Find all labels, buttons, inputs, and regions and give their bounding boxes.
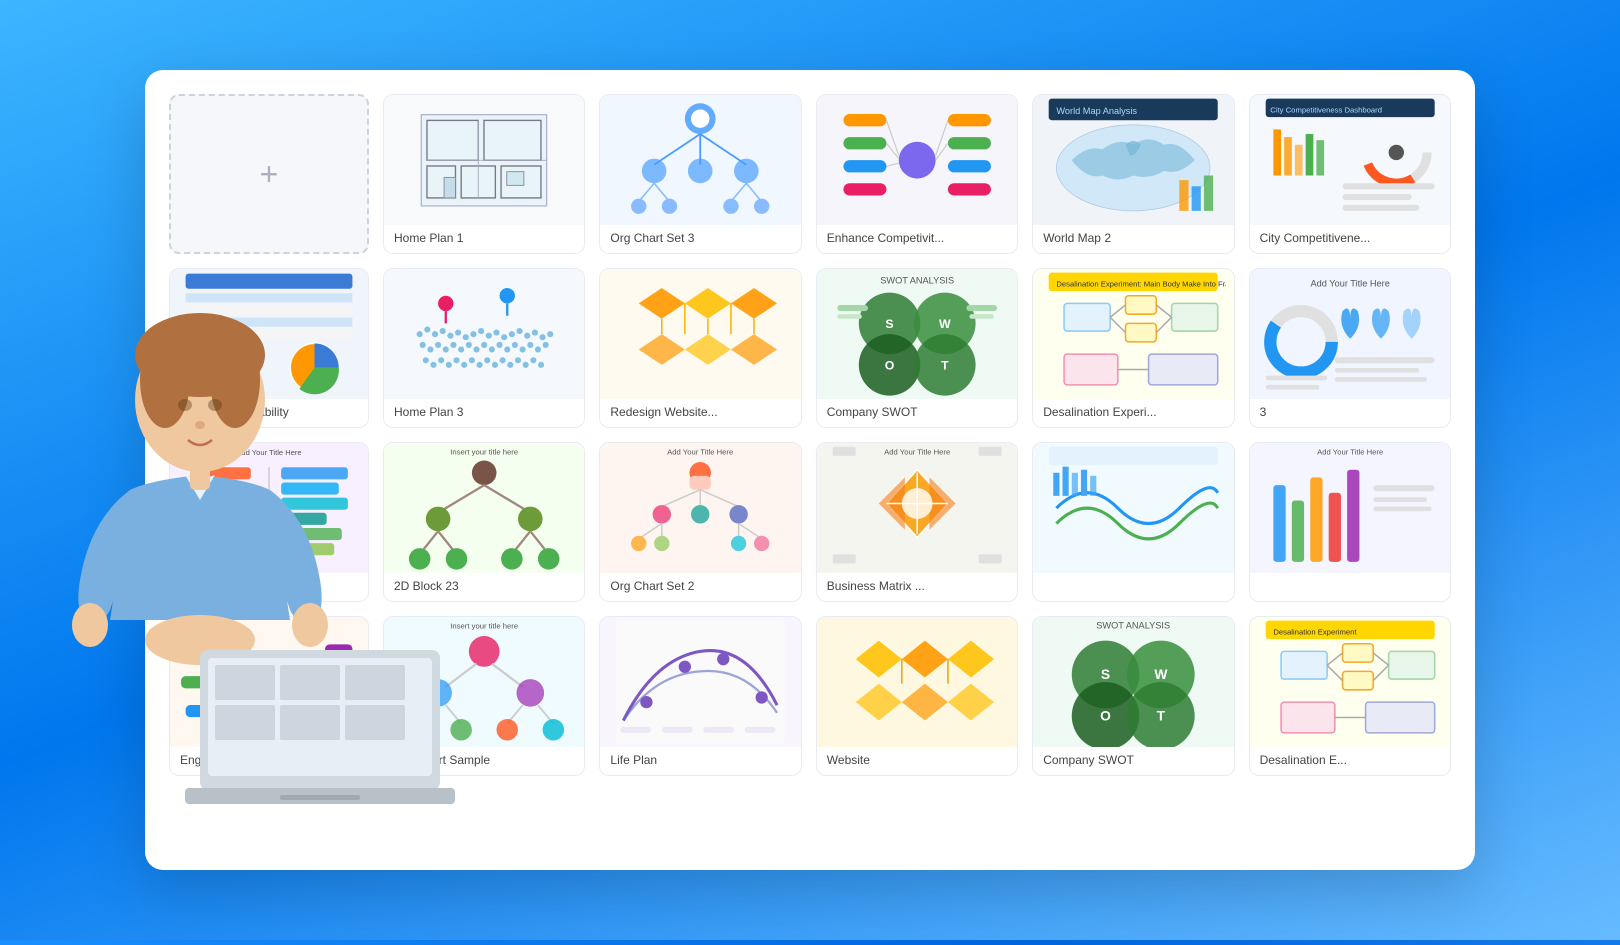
template-card[interactable]: Add Your Title Here: [1249, 268, 1451, 428]
card-thumbnail: [1033, 443, 1233, 573]
svg-text:Insert your title here: Insert your title here: [450, 447, 518, 456]
template-card[interactable]: Empirical Probability: [169, 268, 369, 428]
template-card[interactable]: SWOT ANALYSIS S W O T Company SWOT: [1032, 616, 1234, 776]
template-card[interactable]: World Map Analysis World Map 2: [1032, 94, 1234, 254]
card-thumbnail: World Map Analysis: [1033, 95, 1233, 225]
card-thumbnail: S W O T SWOT ANALYSIS: [817, 269, 1017, 399]
template-card[interactable]: Desalination Experiment: [1249, 616, 1451, 776]
template-card[interactable]: Desalination Experiment: Main Body Make …: [1032, 268, 1234, 428]
card-label: Enhance Competivit...: [817, 225, 1017, 253]
svg-text:Add Your Title Here: Add Your Title Here: [236, 448, 301, 457]
card-label: Business Matrix ...: [817, 573, 1017, 601]
card-thumbnail: [170, 269, 368, 399]
svg-text:W: W: [1155, 666, 1169, 682]
card-thumbnail: Desalination Experiment: [1250, 617, 1450, 747]
svg-text:Add Your Title Here: Add Your Title Here: [668, 447, 734, 456]
card-label: Department Org Chart: [170, 573, 368, 601]
card-thumbnail: SWOT ANALYSIS S W O T: [1033, 617, 1233, 747]
template-card[interactable]: Life Plan: [599, 616, 801, 776]
card-label: Home Plan 1: [384, 225, 584, 253]
card-thumbnail: Add Your Title Here: [1250, 269, 1450, 399]
svg-text:T: T: [941, 358, 949, 372]
svg-text:S: S: [885, 317, 893, 331]
card-label: Company SWOT: [1033, 747, 1233, 775]
svg-text:Desalination Experiment: Main: Desalination Experiment: Main Body Make …: [1057, 279, 1226, 288]
card-label: Website: [817, 747, 1017, 775]
card-label: [1033, 573, 1233, 587]
template-card[interactable]: Insert your title here: [383, 442, 585, 602]
svg-text:SWOT ANALYSIS: SWOT ANALYSIS: [1096, 620, 1170, 630]
card-label: 3: [1250, 399, 1450, 427]
svg-text:Desalination Experiment: Desalination Experiment: [1273, 627, 1357, 636]
svg-text:S: S: [1101, 666, 1110, 682]
card-thumbnail: Add Your Title Here: [1250, 443, 1450, 573]
card-label: 2D Block 23: [384, 573, 584, 601]
card-label: Company SWOT: [817, 399, 1017, 427]
card-label: Empirical Probability: [170, 399, 368, 427]
svg-text:O: O: [885, 358, 895, 372]
card-label: Org Chart Set 2: [600, 573, 800, 601]
card-thumbnail: City Competitiveness Dashboard: [1250, 95, 1450, 225]
svg-text:Add Your Title Here: Add Your Title Here: [1310, 278, 1389, 288]
card-label: Home Plan 3: [384, 399, 584, 427]
svg-text:World Map Analysis: World Map Analysis: [1057, 106, 1138, 116]
svg-text:W: W: [939, 317, 951, 331]
card-label: City Competitivene...: [1250, 225, 1450, 253]
card-thumbnail: [817, 95, 1017, 225]
card-thumbnail: [600, 617, 800, 747]
svg-text:SWOT ANALYSIS: SWOT ANALYSIS: [880, 275, 954, 285]
card-thumbnail: [384, 269, 584, 399]
card-thumbnail: Insert your title here: [384, 443, 584, 573]
template-card[interactable]: S W O T SWOT ANALYSIS Company SWOT: [816, 268, 1018, 428]
card-thumbnail: [600, 269, 800, 399]
svg-text:T: T: [1157, 707, 1166, 723]
template-card[interactable]: City Competitiveness Dashboard: [1249, 94, 1451, 254]
card-label: Org Chart Set 3: [600, 225, 800, 253]
svg-text:O: O: [1100, 707, 1111, 723]
svg-text:City Competitiveness Dashboard: City Competitiveness Dashboard: [1270, 105, 1382, 114]
template-card[interactable]: Redesign Website...: [599, 268, 801, 428]
svg-text:Insert your title here: Insert your title here: [450, 621, 518, 630]
card-label: Redesign Website...: [600, 399, 800, 427]
new-item-button[interactable]: +: [169, 94, 369, 254]
card-label: Desalination Experi...: [1033, 399, 1233, 427]
template-card[interactable]: Add Your Title Here: [169, 442, 369, 602]
card-label: World Map 2: [1033, 225, 1233, 253]
card-thumbnail: Add Your Title Here: [817, 443, 1017, 573]
template-card[interactable]: Org Chart Set 3: [599, 94, 801, 254]
card-label: Desalination E...: [1250, 747, 1450, 775]
template-card[interactable]: Home Plan 3: [383, 268, 585, 428]
template-card[interactable]: Enhance Competivit...: [816, 94, 1018, 254]
card-thumbnail: [817, 617, 1017, 747]
card-thumbnail: Add Your Title Here: [600, 443, 800, 573]
template-card[interactable]: Add Your Title Here: [1249, 442, 1451, 602]
card-thumbnail: Add Your Title Here: [170, 443, 368, 573]
svg-text:Add Your Title Here: Add Your Title Here: [884, 447, 950, 456]
svg-text:Add Your Title Here: Add Your Title Here: [1317, 447, 1383, 456]
template-card[interactable]: Add Your Title Here: [816, 442, 1018, 602]
card-thumbnail: [384, 95, 584, 225]
card-thumbnail: Desalination Experiment: Main Body Make …: [1033, 269, 1233, 399]
template-card[interactable]: Home Plan 1: [383, 94, 585, 254]
card-thumbnail: [600, 95, 800, 225]
template-card[interactable]: [1032, 442, 1234, 602]
plus-icon: +: [260, 156, 279, 193]
card-label: [1250, 573, 1450, 587]
laptop-illustration: [180, 640, 460, 820]
template-card[interactable]: Add Your Title Here: [599, 442, 801, 602]
template-card[interactable]: Website: [816, 616, 1018, 776]
card-label: Life Plan: [600, 747, 800, 775]
